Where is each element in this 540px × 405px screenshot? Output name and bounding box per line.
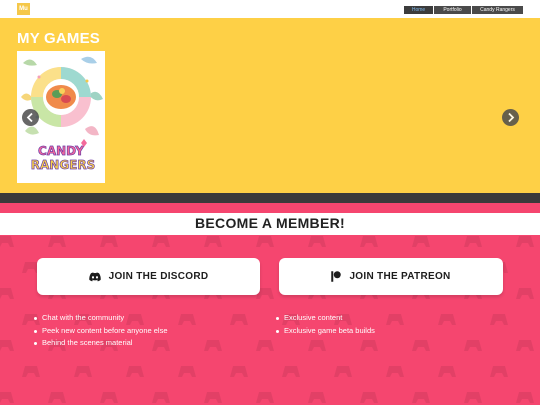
- pattern-gamepad-icon: [490, 311, 508, 327]
- pattern-gamepad-icon: [126, 363, 144, 379]
- pattern-gamepad-icon: [100, 389, 118, 405]
- pattern-gamepad-icon: [360, 337, 378, 353]
- pattern-gamepad-icon: [412, 235, 430, 249]
- carousel-next-button[interactable]: [502, 109, 519, 126]
- pattern-gamepad-icon: [360, 389, 378, 405]
- join-discord-button[interactable]: JOIN THE DISCORD: [37, 258, 260, 295]
- pattern-gamepad-icon: [230, 311, 248, 327]
- patreon-perks-list: Exclusive content Exclusive game beta bu…: [276, 312, 375, 337]
- pattern-gamepad-icon: [516, 285, 534, 301]
- nav-menu: Home Portfolio Candy Rangers: [404, 6, 523, 14]
- pattern-gamepad-icon: [152, 389, 170, 405]
- games-section: MY GAMES CANDY RANGERS: [0, 18, 540, 193]
- pattern-gamepad-icon: [334, 363, 352, 379]
- pattern-gamepad-icon: [412, 337, 430, 353]
- svg-text:RANGERS: RANGERS: [31, 158, 96, 172]
- pattern-gamepad-icon: [204, 235, 222, 249]
- nav-item-home[interactable]: Home: [404, 6, 433, 14]
- chevron-left-icon: [26, 112, 33, 123]
- pattern-gamepad-icon: [464, 337, 482, 353]
- pattern-gamepad-icon: [256, 337, 274, 353]
- top-navbar: Mu Home Portfolio Candy Rangers: [0, 0, 540, 18]
- pattern-gamepad-icon: [308, 337, 326, 353]
- carousel-prev-button[interactable]: [22, 109, 39, 126]
- pattern-gamepad-icon: [48, 389, 66, 405]
- join-discord-label: JOIN THE DISCORD: [108, 271, 209, 282]
- pattern-gamepad-icon: [204, 389, 222, 405]
- pattern-gamepad-icon: [48, 235, 66, 249]
- pattern-gamepad-icon: [178, 363, 196, 379]
- pattern-gamepad-icon: [256, 389, 274, 405]
- pattern-gamepad-icon: [204, 337, 222, 353]
- pattern-gamepad-icon: [22, 363, 40, 379]
- join-patreon-label: JOIN THE PATREON: [349, 271, 451, 282]
- member-title: BECOME A MEMBER!: [195, 215, 345, 231]
- pattern-gamepad-icon: [438, 311, 456, 327]
- pattern-gamepad-icon: [282, 363, 300, 379]
- section-divider-pink: [0, 203, 540, 213]
- pattern-gamepad-icon: [74, 363, 92, 379]
- nav-item-portfolio[interactable]: Portfolio: [434, 6, 471, 14]
- join-patreon-button[interactable]: JOIN THE PATREON: [279, 258, 503, 295]
- pattern-gamepad-icon: [230, 363, 248, 379]
- pattern-gamepad-icon: [516, 337, 534, 353]
- pattern-gamepad-icon: [386, 363, 404, 379]
- pattern-gamepad-icon: [0, 235, 14, 249]
- discord-perks-list: Chat with the community Peek new content…: [34, 312, 168, 350]
- pattern-gamepad-icon: [256, 235, 274, 249]
- pattern-gamepad-icon: [308, 235, 326, 249]
- list-item: Peek new content before anyone else: [34, 325, 168, 338]
- pattern-gamepad-icon: [0, 337, 14, 353]
- membership-section: JOIN THE DISCORD JOIN THE PATREON Chat w…: [0, 235, 540, 405]
- pattern-gamepad-icon: [0, 389, 14, 405]
- list-item: Exclusive game beta builds: [276, 325, 375, 338]
- list-item: Chat with the community: [34, 312, 168, 325]
- pattern-gamepad-icon: [0, 285, 14, 301]
- pattern-gamepad-icon: [178, 311, 196, 327]
- pattern-gamepad-icon: [100, 235, 118, 249]
- pattern-gamepad-icon: [386, 311, 404, 327]
- pattern-gamepad-icon: [516, 235, 534, 249]
- pattern-gamepad-icon: [438, 363, 456, 379]
- pattern-gamepad-icon: [464, 235, 482, 249]
- nav-item-candy-rangers[interactable]: Candy Rangers: [472, 6, 523, 14]
- pattern-gamepad-icon: [516, 389, 534, 405]
- site-logo[interactable]: Mu: [17, 3, 30, 15]
- list-item: Exclusive content: [276, 312, 375, 325]
- chevron-right-icon: [508, 112, 515, 123]
- games-title: MY GAMES: [17, 30, 101, 47]
- pattern-gamepad-icon: [308, 389, 326, 405]
- section-divider-dark: [0, 193, 540, 203]
- list-item: Behind the scenes material: [34, 337, 168, 350]
- pattern-gamepad-icon: [490, 363, 508, 379]
- pattern-gamepad-icon: [464, 389, 482, 405]
- pattern-gamepad-icon: [360, 235, 378, 249]
- svg-text:CANDY: CANDY: [38, 144, 84, 158]
- pattern-gamepad-icon: [412, 389, 430, 405]
- pattern-gamepad-icon: [152, 235, 170, 249]
- discord-icon: [88, 272, 101, 281]
- patreon-icon: [331, 271, 342, 282]
